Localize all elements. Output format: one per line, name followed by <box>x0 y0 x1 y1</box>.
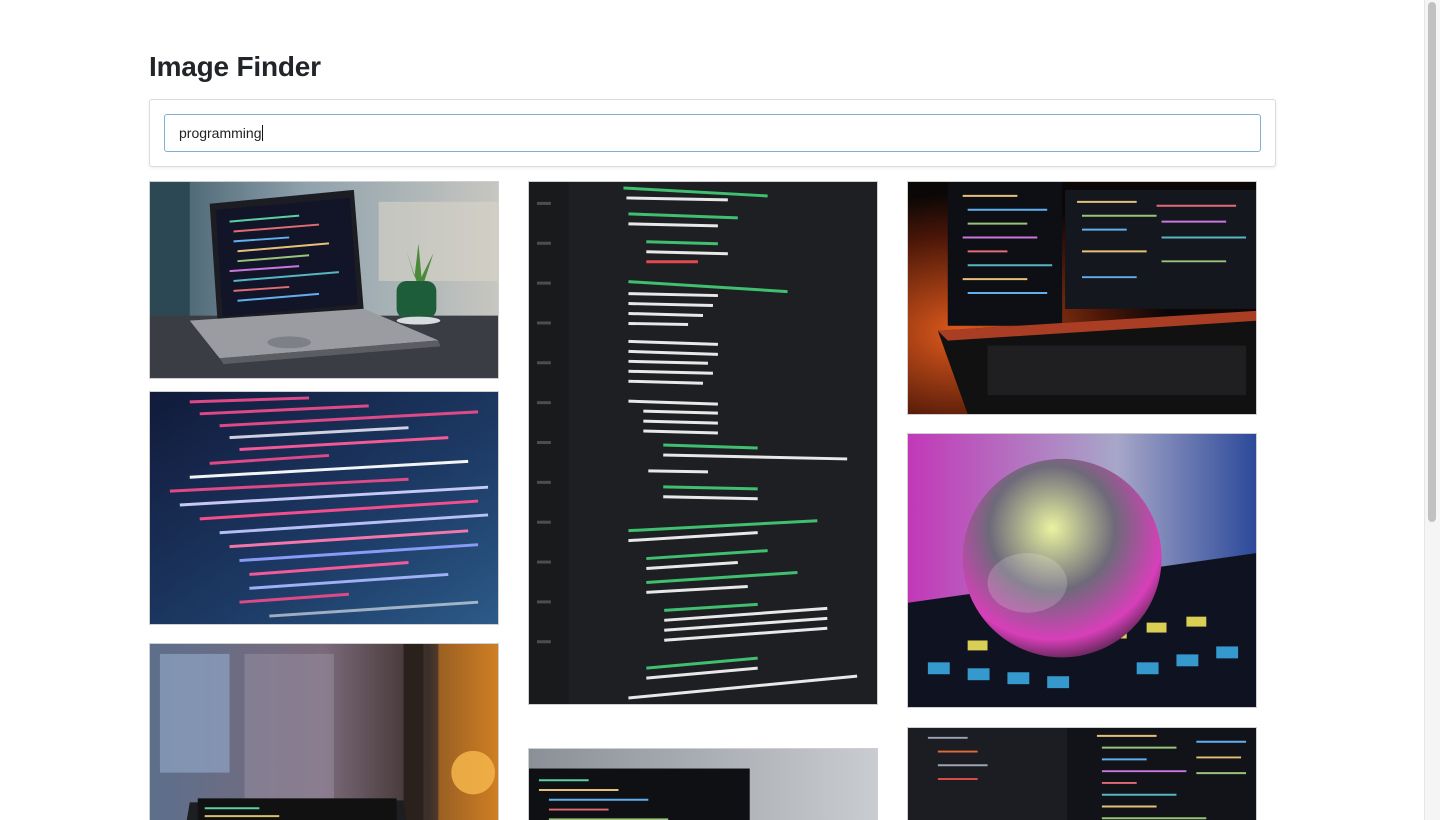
page-title: Image Finder <box>149 51 321 82</box>
image-result-laptop-code-on-desk[interactable] <box>149 181 499 379</box>
image-finder-page: Image Finder programming <box>0 0 1440 820</box>
image-result-dual-monitor-keyboard[interactable] <box>907 181 1257 415</box>
image-result-crystal-ball-on-keyboard[interactable] <box>907 433 1257 708</box>
image-result-svg-markup-screen[interactable] <box>149 391 499 625</box>
scrollbar-thumb[interactable] <box>1428 2 1436 522</box>
search-input-value: programming <box>179 125 262 141</box>
search-card: programming <box>149 99 1276 167</box>
text-caret <box>262 125 264 141</box>
image-result-code-editor-closeup[interactable] <box>528 181 878 705</box>
search-input[interactable]: programming <box>164 114 1261 152</box>
image-result-laptop-by-window-lamp[interactable] <box>149 643 499 820</box>
image-result-monitor-code-editor[interactable] <box>528 748 878 820</box>
page-scrollbar[interactable] <box>1424 0 1440 820</box>
image-result-code-on-dark-monitors[interactable] <box>907 727 1257 820</box>
